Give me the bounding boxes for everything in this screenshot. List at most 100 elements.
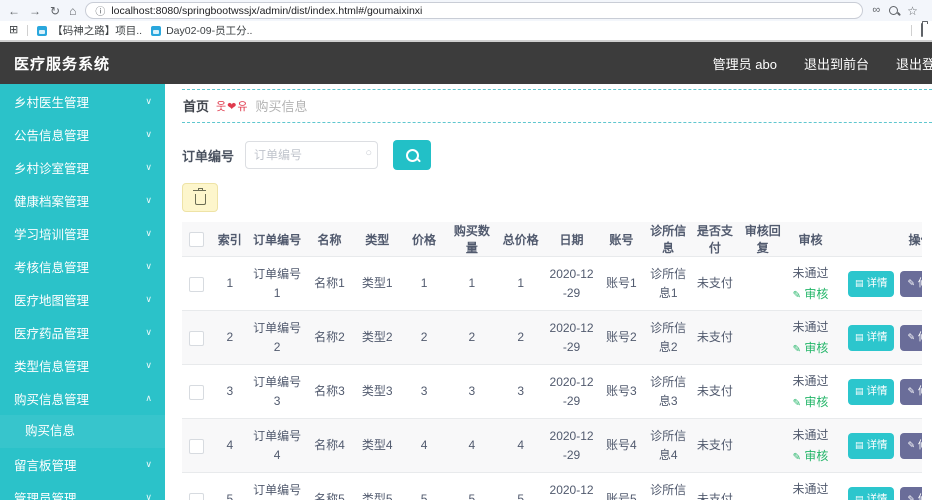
cell-account: 账号2 bbox=[598, 311, 645, 365]
search-button[interactable] bbox=[393, 140, 431, 170]
chevron-down-icon: ∨ bbox=[145, 492, 152, 500]
cell-price: 5 bbox=[401, 473, 448, 500]
password-manager-icon[interactable]: ∞ bbox=[872, 5, 880, 16]
row-checkbox[interactable] bbox=[189, 385, 204, 400]
review-link[interactable]: ✎ 审核 bbox=[790, 447, 831, 466]
detail-button[interactable]: ▤详情 bbox=[848, 433, 895, 459]
bookmark-star-icon[interactable]: ☆ bbox=[907, 5, 918, 17]
sidebar-item-考核信息管理[interactable]: 考核信息管理∨ bbox=[0, 250, 165, 283]
edit-button[interactable]: ✎修改 bbox=[900, 487, 922, 500]
address-bar[interactable]: ⓘ localhost:8080/springbootwssjx/admin/d… bbox=[85, 2, 863, 19]
select-all-checkbox[interactable] bbox=[189, 232, 204, 247]
chevron-down-icon: ∨ bbox=[145, 360, 152, 371]
sidebar-item-购买信息管理[interactable]: 购买信息管理∧ bbox=[0, 382, 165, 415]
sidebar-item-健康档案管理[interactable]: 健康档案管理∨ bbox=[0, 184, 165, 217]
cell-order_no: 订单编号5 bbox=[249, 473, 305, 500]
sidebar-item-类型信息管理[interactable]: 类型信息管理∨ bbox=[0, 349, 165, 382]
detail-button[interactable]: ▤详情 bbox=[848, 487, 895, 500]
cell-price: 3 bbox=[401, 365, 448, 419]
clear-input-icon[interactable]: ○ bbox=[365, 148, 372, 159]
cell-review: 未通过✎ 审核 bbox=[787, 473, 834, 500]
search-label: 订单编号 bbox=[182, 146, 234, 165]
row-checkbox[interactable] bbox=[189, 493, 204, 500]
column-header-名称: 名称 bbox=[305, 222, 354, 257]
purchase-table-container: 索引订单编号名称类型价格购买数量总价格日期账号诊所信息是否支付审核回复审核操作 … bbox=[182, 222, 922, 500]
breadcrumb-home[interactable]: 首页 bbox=[183, 96, 209, 115]
edit-button[interactable]: ✎修改 bbox=[900, 271, 922, 297]
review-status: 未通过 bbox=[790, 318, 831, 337]
cell-order_no: 订单编号4 bbox=[249, 419, 305, 473]
exit-to-front-link[interactable]: 退出到前台 bbox=[804, 54, 869, 73]
bookmark-item[interactable]: Day02-09-员工分.. bbox=[151, 23, 252, 38]
cell-total: 5 bbox=[496, 473, 545, 500]
table-row: 4订单编号4名称4类型44442020-12-29账号4诊所信息4未支付未通过✎… bbox=[182, 419, 922, 473]
review-link[interactable]: ✎ 审核 bbox=[790, 285, 831, 304]
other-bookmarks-folder-icon[interactable] bbox=[921, 25, 923, 36]
cell-paid: 未支付 bbox=[692, 365, 739, 419]
app-header: 医疗服务系统 管理员 abo 退出到前台 退出登录 bbox=[0, 42, 932, 84]
order-number-input[interactable] bbox=[245, 141, 378, 169]
row-checkbox[interactable] bbox=[189, 439, 204, 454]
cell-account: 账号3 bbox=[598, 365, 645, 419]
cell-name: 名称1 bbox=[305, 257, 354, 311]
pencil-icon: ✎ bbox=[793, 398, 801, 409]
pencil-icon: ✎ bbox=[907, 387, 915, 396]
sidebar-item-乡村诊室管理[interactable]: 乡村诊室管理∨ bbox=[0, 151, 165, 184]
review-link[interactable]: ✎ 审核 bbox=[790, 339, 831, 358]
edit-button[interactable]: ✎修改 bbox=[900, 433, 922, 459]
sidebar-item-留言板管理[interactable]: 留言板管理∨ bbox=[0, 448, 165, 481]
cell-actions: ▤详情✎修改▥删除 bbox=[834, 311, 922, 365]
edit-button[interactable]: ✎修改 bbox=[900, 379, 922, 405]
cell-quantity: 2 bbox=[447, 311, 496, 365]
detail-button[interactable]: ▤详情 bbox=[848, 271, 895, 297]
bookmark-favicon bbox=[37, 26, 47, 36]
home-icon[interactable]: ⌂ bbox=[69, 5, 76, 17]
cell-total: 1 bbox=[496, 257, 545, 311]
sidebar-item-医疗药品管理[interactable]: 医疗药品管理∨ bbox=[0, 316, 165, 349]
cell-review: 未通过✎ 审核 bbox=[787, 257, 834, 311]
sidebar-item-学习培训管理[interactable]: 学习培训管理∨ bbox=[0, 217, 165, 250]
sidebar-item-乡村医生管理[interactable]: 乡村医生管理∨ bbox=[0, 85, 165, 118]
cell-type: 类型5 bbox=[354, 473, 401, 500]
review-status: 未通过 bbox=[790, 426, 831, 445]
sidebar-item-医疗地图管理[interactable]: 医疗地图管理∨ bbox=[0, 283, 165, 316]
bulk-delete-button[interactable] bbox=[182, 183, 218, 212]
info-icon[interactable]: ⓘ bbox=[95, 3, 105, 18]
cell-reply bbox=[738, 311, 787, 365]
document-icon: ▤ bbox=[855, 333, 864, 342]
sidebar-item-label: 类型信息管理 bbox=[14, 356, 145, 375]
bookmark-item[interactable]: 【码神之路】项目.. bbox=[37, 23, 142, 38]
cell-type: 类型3 bbox=[354, 365, 401, 419]
review-link[interactable]: ✎ 审核 bbox=[790, 393, 831, 412]
sidebar-item-管理员管理[interactable]: 管理员管理∨ bbox=[0, 481, 165, 500]
main-content: 首页 웃❤유 购买信息 订单编号 ○ 索引订单编 bbox=[165, 84, 932, 500]
sidebar: 乡村医生管理∨公告信息管理∨乡村诊室管理∨健康档案管理∨学习培训管理∨考核信息管… bbox=[0, 84, 165, 500]
apps-grid-icon[interactable]: ⊞ bbox=[9, 25, 18, 36]
refresh-icon[interactable]: ↻ bbox=[50, 5, 60, 17]
document-icon: ▤ bbox=[855, 387, 864, 396]
chevron-down-icon: ∨ bbox=[145, 96, 152, 107]
cell-date: 2020-12-29 bbox=[545, 473, 598, 500]
logout-link[interactable]: 退出登录 bbox=[896, 54, 932, 73]
cell-clinic: 诊所信息5 bbox=[645, 473, 692, 500]
sidebar-item-公告信息管理[interactable]: 公告信息管理∨ bbox=[0, 118, 165, 151]
detail-button[interactable]: ▤详情 bbox=[848, 325, 895, 351]
edit-button[interactable]: ✎修改 bbox=[900, 325, 922, 351]
current-user[interactable]: 管理员 abo bbox=[713, 54, 777, 73]
row-checkbox[interactable] bbox=[189, 331, 204, 346]
sidebar-subitem-购买信息[interactable]: 购买信息 bbox=[0, 415, 165, 448]
divider bbox=[911, 25, 912, 36]
back-icon[interactable]: ← bbox=[8, 5, 20, 17]
chevron-up-icon: ∧ bbox=[145, 393, 152, 404]
row-checkbox[interactable] bbox=[189, 277, 204, 292]
zoom-icon[interactable] bbox=[889, 5, 898, 17]
detail-button[interactable]: ▤详情 bbox=[848, 379, 895, 405]
cell-paid: 未支付 bbox=[692, 257, 739, 311]
cell-actions: ▤详情✎修改▥删除 bbox=[834, 365, 922, 419]
cell-paid: 未支付 bbox=[692, 311, 739, 365]
column-header-索引: 索引 bbox=[210, 222, 249, 257]
forward-icon[interactable]: → bbox=[29, 5, 41, 17]
column-header-是否支付: 是否支付 bbox=[692, 222, 739, 257]
chevron-down-icon: ∨ bbox=[145, 459, 152, 470]
cell-actions: ▤详情✎修改▥删除 bbox=[834, 257, 922, 311]
